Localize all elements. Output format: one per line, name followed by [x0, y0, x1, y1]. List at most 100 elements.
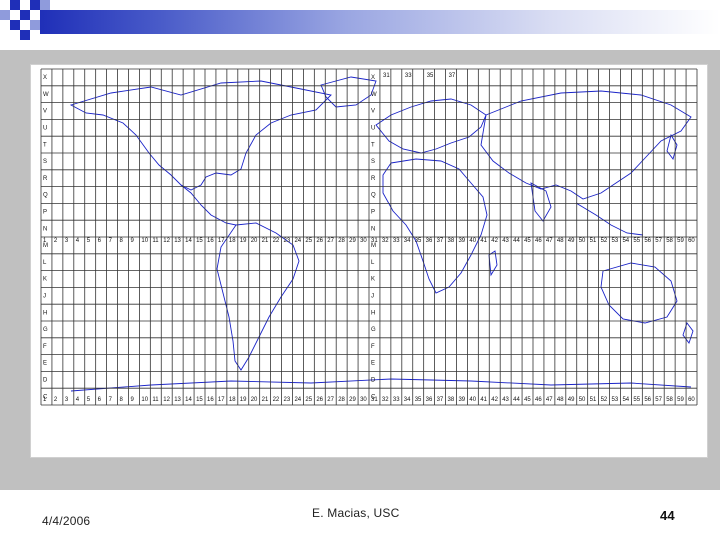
north-america-outline — [69, 80, 332, 191]
zone-number-label: 2 — [54, 238, 58, 244]
zone-number-label: 21 — [262, 397, 269, 403]
zone-number-label: 23 — [284, 397, 291, 403]
zone-number-label: 59 — [677, 397, 684, 403]
zone-number-label: 53 — [612, 238, 619, 244]
band-letter-label: Q — [43, 193, 48, 199]
top-zone-label: 35 — [427, 73, 434, 79]
band-letter-label: D — [43, 377, 48, 383]
band-letter-label: W — [371, 92, 377, 98]
zone-number-label: 50 — [579, 238, 586, 244]
band-letter-label: E — [371, 361, 375, 367]
band-letter-label: M — [43, 243, 48, 249]
zone-number-label: 7 — [109, 397, 113, 403]
zone-number-label: 12 — [163, 397, 170, 403]
zone-number-label: 40 — [469, 238, 476, 244]
zone-number-label: 33 — [393, 397, 400, 403]
band-letter-label: Q — [371, 193, 376, 199]
zone-number-label: 10 — [141, 238, 148, 244]
zone-number-label: 13 — [174, 397, 181, 403]
zone-number-label: 3 — [65, 238, 69, 244]
zone-number-label: 57 — [655, 238, 662, 244]
madagascar-outline — [488, 250, 498, 277]
band-letter-label: E — [43, 361, 47, 367]
decorative-square — [20, 10, 30, 20]
band-letter-label: F — [371, 344, 375, 350]
band-letter-label: R — [371, 176, 376, 182]
zone-number-label: 28 — [338, 238, 345, 244]
australia-outline — [600, 262, 678, 324]
band-letter-label: H — [371, 310, 375, 316]
world-map-svg: 1 2 3 4 5 6 7 8 9 10 11 12 13 14 15 16 17 18 19 20 21 22 23 24 2… — [40, 68, 698, 406]
zone-number-label: 15 — [196, 238, 203, 244]
central-america-outline — [180, 184, 237, 226]
zone-number-label: 43 — [502, 397, 509, 403]
zone-number-label: 22 — [273, 238, 280, 244]
band-letter-label: F — [43, 344, 47, 350]
footer-author: E. Macias, USC — [312, 506, 400, 520]
zone-number-label: 41 — [480, 397, 487, 403]
new-zealand-outline — [682, 322, 694, 344]
zone-number-label: 45 — [524, 397, 531, 403]
zone-number-label: 19 — [240, 238, 247, 244]
zone-number-label: 54 — [622, 397, 629, 403]
band-letter-label: K — [371, 277, 375, 283]
zone-number-label: 20 — [251, 397, 258, 403]
band-letter-label: J — [371, 293, 374, 299]
zone-number-label: 25 — [305, 238, 312, 244]
band-letter-label: M — [371, 243, 376, 249]
top-zone-label: 33 — [405, 73, 412, 79]
decorative-square — [0, 10, 10, 20]
zone-number-label: 60 — [688, 238, 695, 244]
zone-number-label: 58 — [666, 397, 673, 403]
south-america-outline — [216, 222, 300, 371]
band-letter-label: H — [43, 310, 47, 316]
zone-number-label: 38 — [448, 238, 455, 244]
zone-number-label: 8 — [120, 238, 124, 244]
zone-number-label: 11 — [152, 238, 159, 244]
zone-number-label: 39 — [458, 397, 465, 403]
title-banner — [0, 0, 720, 50]
decorative-square — [40, 0, 50, 10]
zone-number-label: 12 — [163, 238, 170, 244]
zone-number-label: 55 — [633, 238, 640, 244]
zone-number-label: 35 — [415, 397, 422, 403]
decorative-square — [10, 0, 20, 10]
zone-number-label: 29 — [349, 397, 356, 403]
utm-grid-world-map: 1 2 3 4 5 6 7 8 9 10 11 12 13 14 15 16 17 18 19 20 21 22 23 24 2… — [30, 64, 708, 458]
zone-number-label: 27 — [327, 238, 334, 244]
zone-number-label: 52 — [601, 397, 608, 403]
europe-outline — [375, 98, 487, 154]
zone-number-label: 42 — [491, 397, 498, 403]
zone-number-label: 49 — [568, 397, 575, 403]
band-letter-label: T — [43, 142, 47, 148]
zone-number-label: 11 — [152, 397, 159, 403]
zone-number-label: 36 — [426, 238, 433, 244]
zone-number-label: 32 — [382, 397, 389, 403]
zone-number-label: 27 — [327, 397, 334, 403]
band-letter-label: K — [43, 277, 47, 283]
zone-number-label: 17 — [218, 397, 225, 403]
band-letter-label: U — [371, 125, 375, 131]
zone-number-label: 37 — [437, 397, 444, 403]
zone-number-label: 14 — [185, 238, 192, 244]
zone-number-label: 14 — [185, 397, 192, 403]
antarctica-outline — [70, 378, 692, 392]
zone-number-label: 44 — [513, 238, 520, 244]
band-letter-label: P — [371, 209, 375, 215]
zone-number-label: 45 — [524, 238, 531, 244]
zone-number-label: 4 — [76, 238, 80, 244]
page-number: 44 — [660, 508, 675, 523]
zone-number-label: 28 — [338, 397, 345, 403]
zone-number-label: 46 — [535, 397, 542, 403]
zone-number-label: 54 — [622, 238, 629, 244]
zone-number-label: 6 — [98, 238, 102, 244]
zone-number-label: 47 — [546, 397, 553, 403]
zone-number-label: 9 — [130, 397, 134, 403]
zone-number-label: 24 — [294, 238, 301, 244]
zone-number-label: 41 — [480, 238, 487, 244]
zone-number-label: 37 — [437, 238, 444, 244]
zone-number-label: 47 — [546, 238, 553, 244]
zone-number-label: 42 — [491, 238, 498, 244]
band-letter-label: S — [43, 159, 47, 165]
band-letter-label: W — [43, 92, 49, 98]
